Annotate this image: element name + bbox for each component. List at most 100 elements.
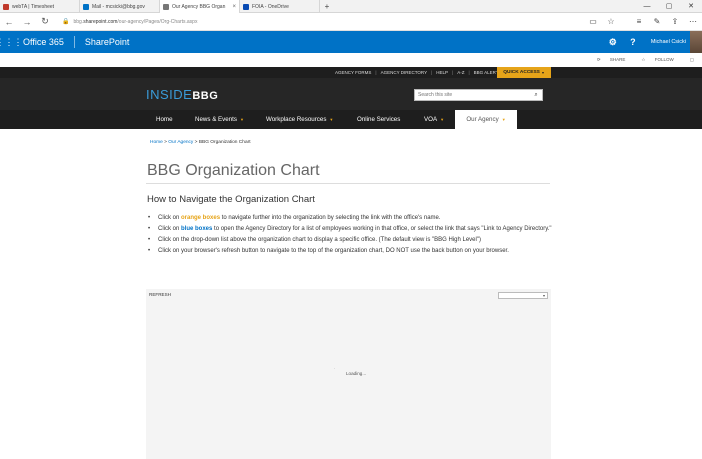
breadcrumb-our-agency-link[interactable]: Our Agency xyxy=(168,140,193,145)
tab-label: Mail - mcsicki@bbg.gov xyxy=(92,3,145,10)
app-launcher-icon[interactable]: ⋮⋮⋮ xyxy=(0,31,23,53)
nav-label: Our Agency xyxy=(466,116,499,123)
office-view-select[interactable]: ▾ xyxy=(498,292,548,299)
hub-icon[interactable]: ≡ xyxy=(630,17,648,26)
main-navigation: Home News & Events ▼ Workplace Resources ▼… xyxy=(0,110,702,129)
list-item: Click on orange boxes to navigate furthe… xyxy=(148,214,558,223)
breadcrumb-home-link[interactable]: Home xyxy=(150,140,163,145)
org-chart-panel: REFRESH ▾ · Loading... xyxy=(146,289,551,459)
nav-item-online-services[interactable]: Online Services xyxy=(357,110,400,129)
search-icon[interactable]: ⌕ xyxy=(530,92,542,99)
sharepoint-app-name[interactable]: SharePoint xyxy=(85,37,130,47)
timesheet-favicon-icon xyxy=(3,3,9,10)
address-bar: ← → ↻ 🔒 bbg. sharepoint.com/our-agency/Pa… xyxy=(0,13,702,31)
new-tab-button[interactable]: + xyxy=(320,0,334,12)
browser-tab[interactable]: Mail - mcsicki@bbg.gov xyxy=(80,0,160,13)
divider: | xyxy=(431,70,433,75)
chevron-down-icon: ▼ xyxy=(239,117,244,122)
share-ribbon-icon: ⟳ xyxy=(596,57,601,62)
url-prefix: bbg. xyxy=(73,18,84,25)
more-icon[interactable]: ⋯ xyxy=(684,17,702,26)
favorite-star-icon[interactable]: ☆ xyxy=(602,17,620,26)
nav-label: Workplace Resources xyxy=(266,116,327,123)
share-icon[interactable]: ⇪ xyxy=(666,17,684,26)
forward-arrow-icon[interactable]: → xyxy=(18,17,36,27)
chevron-down-icon: ▾ xyxy=(542,293,545,298)
minimize-button[interactable]: — xyxy=(636,3,658,10)
divider: | xyxy=(375,70,377,75)
nav-label: Online Services xyxy=(357,116,401,123)
avatar[interactable] xyxy=(690,31,702,53)
nav-label: Home xyxy=(156,116,173,123)
sharepoint-ribbon: ⟳ SHARE ☆ FOLLOW ▢ xyxy=(0,53,702,67)
browser-tab-strip: webTA | Timesheet Mail - mcsicki@bbg.gov… xyxy=(0,0,702,13)
chevron-down-icon: ▼ xyxy=(501,117,506,122)
utility-bar: AGENCY FORMS | AGENCY DIRECTORY | HELP |… xyxy=(0,67,702,78)
follow-button[interactable]: ☆ FOLLOW xyxy=(641,57,681,63)
instruction-text: Click on the drop-down list above the or… xyxy=(158,237,481,243)
help-link[interactable]: HELP xyxy=(436,70,448,75)
nav-label: News & Events xyxy=(195,116,237,123)
nav-item-voa[interactable]: VOA ▼ xyxy=(424,110,444,129)
loading-text: Loading... xyxy=(346,371,367,376)
nav-item-our-agency[interactable]: Our Agency ▼ xyxy=(455,110,517,129)
back-arrow-icon[interactable]: ← xyxy=(0,17,18,27)
url-path: /our-agency/Pages/Org-Charts.aspx xyxy=(117,18,198,25)
lock-icon: 🔒 xyxy=(62,19,70,25)
browser-tab[interactable]: FOIA - OneDrive xyxy=(240,0,320,13)
agency-forms-link[interactable]: AGENCY FORMS xyxy=(335,70,371,75)
chevron-down-icon: ▼ xyxy=(329,117,334,122)
office365-brand[interactable]: Office 365 xyxy=(23,36,75,48)
nav-item-news-events[interactable]: News & Events ▼ xyxy=(195,110,244,129)
outlook-favicon-icon xyxy=(83,3,89,10)
chevron-down-icon: ▼ xyxy=(440,117,445,122)
reading-view-icon[interactable]: ▭ xyxy=(584,17,602,26)
focus-content-icon[interactable]: ▢ xyxy=(690,57,694,63)
refresh-link[interactable]: REFRESH xyxy=(149,292,171,297)
inside-bbg-logo[interactable]: INSIDEBBG xyxy=(146,87,218,102)
help-icon[interactable]: ? xyxy=(623,37,643,47)
url-field[interactable]: 🔒 bbg. sharepoint.com/our-agency/Pages/Or… xyxy=(62,18,584,26)
nav-item-home[interactable]: Home xyxy=(156,110,173,129)
chevron-down-icon: ▼ xyxy=(541,70,545,75)
suite-bar-right: ⚙ ? Michael Csicki xyxy=(603,31,702,53)
section-subtitle: How to Navigate the Organization Chart xyxy=(147,194,315,205)
star-icon: ☆ xyxy=(641,57,646,62)
instruction-text: Click on xyxy=(158,215,182,221)
web-note-icon[interactable]: ✎ xyxy=(648,17,666,26)
instruction-text: to open the Agency Directory for a list … xyxy=(212,226,552,232)
browser-toolbar: ▭ ☆ ≡ ✎ ⇪ ⋯ xyxy=(584,17,702,26)
nav-item-workplace-resources[interactable]: Workplace Resources ▼ xyxy=(266,110,333,129)
logo-text: INSIDE xyxy=(146,87,193,102)
divider: | xyxy=(468,70,470,75)
browser-tab[interactable]: webTA | Timesheet xyxy=(0,0,80,13)
close-window-button[interactable]: ✕ xyxy=(680,2,702,10)
instruction-text: Click on xyxy=(158,226,182,232)
refresh-icon[interactable]: ↻ xyxy=(36,16,54,27)
instructions-list: Click on orange boxes to navigate furthe… xyxy=(148,214,558,258)
divider: | xyxy=(452,70,454,75)
quick-access-button[interactable]: QUICK ACCESS ▼ xyxy=(497,67,551,78)
instruction-text: Click on your browser's refresh button t… xyxy=(158,248,509,254)
page-favicon-icon xyxy=(163,3,169,10)
nav-label: VOA xyxy=(424,116,438,123)
browser-tab-active[interactable]: Our Agency BBG Organ × xyxy=(160,0,240,13)
a-z-link[interactable]: A-Z xyxy=(457,70,464,75)
blue-boxes-highlight: blue boxes xyxy=(181,226,213,232)
search-input[interactable] xyxy=(415,90,530,100)
tab-label: FOIA - OneDrive xyxy=(252,3,289,10)
agency-directory-link[interactable]: AGENCY DIRECTORY xyxy=(381,70,428,75)
share-button[interactable]: ⟳ SHARE xyxy=(597,57,634,63)
list-item: Click on the drop-down list above the or… xyxy=(148,236,558,245)
suite-bar: ⋮⋮⋮ Office 365 SharePoint ⚙ ? Michael Cs… xyxy=(0,31,702,53)
tab-label: webTA | Timesheet xyxy=(12,3,55,10)
orange-boxes-highlight: orange boxes xyxy=(181,215,221,221)
maximize-button[interactable]: ▢ xyxy=(658,2,680,10)
quick-access-label: QUICK ACCESS xyxy=(503,70,540,75)
list-item: Click on your browser's refresh button t… xyxy=(148,247,558,256)
title-divider xyxy=(146,183,550,184)
settings-gear-icon[interactable]: ⚙ xyxy=(603,37,623,48)
share-label: SHARE xyxy=(609,57,626,62)
close-tab-icon[interactable]: × xyxy=(232,4,236,10)
user-name[interactable]: Michael Csicki xyxy=(651,39,686,45)
